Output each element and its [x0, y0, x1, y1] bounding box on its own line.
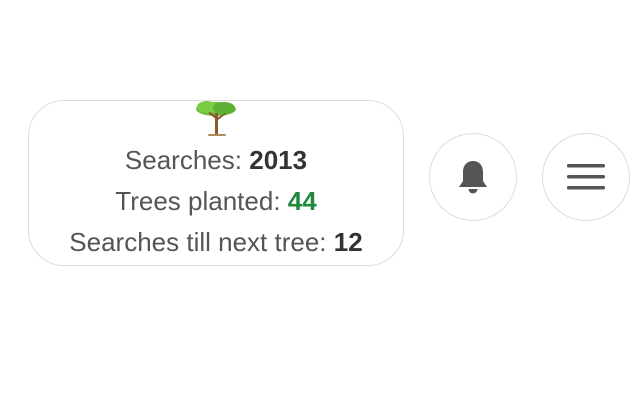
next-tree-count: 12	[333, 227, 363, 257]
hamburger-menu-icon	[567, 164, 605, 190]
trees-planted-stat: Trees planted: 44	[29, 186, 403, 216]
trees-planted-label: Trees planted:	[115, 186, 281, 216]
next-tree-stat: Searches till next tree: 12	[29, 227, 403, 257]
stats-card: Searches: 2013 Trees planted: 44 Searche…	[28, 100, 404, 266]
searches-label: Searches:	[124, 145, 242, 175]
tree-icon	[196, 101, 236, 136]
searches-count: 2013	[249, 145, 308, 175]
next-tree-label: Searches till next tree:	[69, 227, 327, 257]
main-menu-button[interactable]	[542, 133, 630, 221]
bell-icon	[459, 161, 487, 194]
searches-stat: Searches: 2013	[29, 145, 403, 175]
trees-planted-count: 44	[287, 186, 317, 216]
notifications-button[interactable]	[429, 133, 517, 221]
page: Searches: 2013 Trees planted: 44 Searche…	[0, 0, 640, 400]
